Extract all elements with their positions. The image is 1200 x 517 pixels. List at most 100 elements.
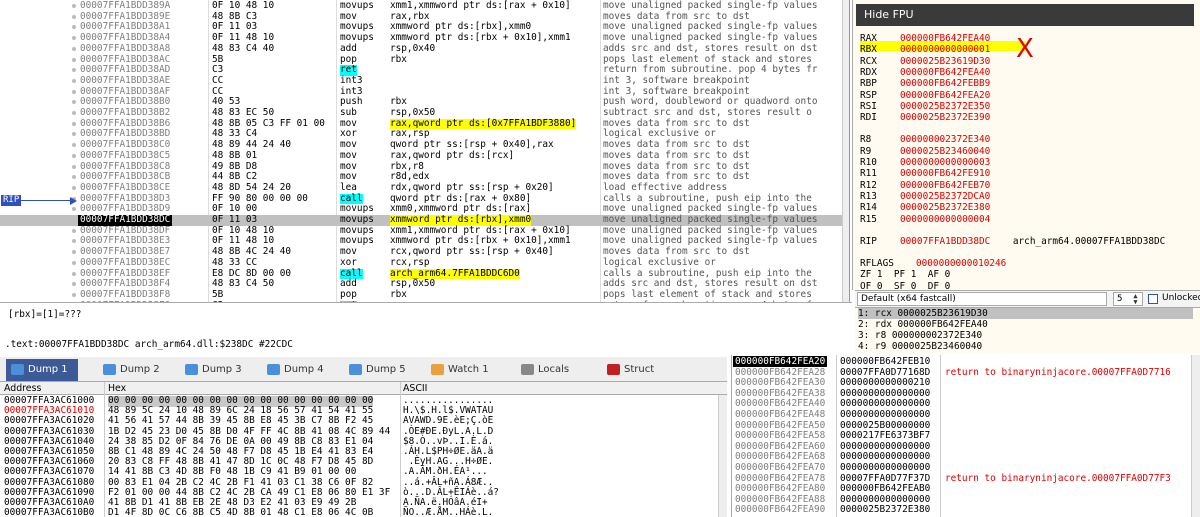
register-value[interactable]: 00007FFA1BDD38DC	[900, 236, 990, 247]
stack-value[interactable]: 0000025B00000000	[840, 420, 930, 431]
stack-row[interactable]: 000000FB642FEA70 0000000000000000	[732, 462, 1200, 473]
stack-value[interactable]: 00007FFA0D77F37D	[840, 473, 930, 484]
register-value[interactable]: 000000002372E340	[900, 134, 990, 145]
disassembly-view[interactable]: 00007FFA1BDD389A 0F 10 48 10 movups xmm1,xm…	[0, 0, 850, 302]
dump-ascii[interactable]: ÑO..Æ.ÅM..HÁè.L.	[403, 507, 493, 517]
tab-dump-2[interactable]: Dump 2	[98, 359, 160, 381]
disasm-row[interactable]: 00007FFA1BDD38C5 48 8B 01 mov rax,qword ptr…	[0, 150, 849, 162]
stack-value[interactable]: 0000000000000000	[840, 462, 930, 473]
disasm-row[interactable]: 00007FFA1BDD38F8 5B pop rbx pops last elemen…	[0, 288, 849, 301]
hide-fpu-button[interactable]: Hide FPU	[856, 4, 1194, 26]
stack-row[interactable]: 000000FB642FEA48 0000000000000000	[732, 409, 1200, 420]
disassembly-scrollbar[interactable]	[842, 0, 849, 302]
register-row[interactable]: RBP 000000FB642FEBB9	[860, 78, 990, 89]
stack-row[interactable]: 000000FB642FEA38 0000000000000000	[732, 388, 1200, 399]
stack-row[interactable]: 000000FB642FEA90 0000025B2372E380	[732, 504, 1200, 515]
register-row[interactable]: RDI 0000025B2372E390	[860, 112, 990, 123]
register-value[interactable]: 000000FB642FE910	[900, 168, 990, 179]
stack-address: 000000FB642FEA88	[735, 493, 826, 505]
register-row[interactable]: R12 000000FB642FEB70	[860, 180, 990, 191]
register-value[interactable]: 0000025B2372E390	[900, 112, 990, 123]
register-value[interactable]: 000000FB642FEBB9	[900, 78, 990, 89]
stack-value[interactable]: 0000000000000000	[840, 441, 930, 452]
tab-label: Dump 2	[120, 364, 160, 375]
calling-convention-select[interactable]: Default (x64 fastcall)	[857, 292, 1107, 306]
unlocked-checkbox[interactable]	[1148, 294, 1158, 304]
register-value[interactable]: 0000000000000004	[900, 214, 990, 225]
stack-scrollbar[interactable]	[1191, 355, 1200, 517]
register-value[interactable]: 0000000000000001	[900, 44, 990, 55]
stack-value[interactable]: 0000000000000210	[840, 377, 930, 388]
register-row[interactable]: RDX 000000FB642FEA40	[860, 67, 990, 78]
arg-row[interactable]: 4: r9 0000025B23460040	[858, 341, 982, 352]
disasm-row[interactable]: 00007FFA1BDD38A8 48 83 C4 40 add rsp,0x40 ad…	[0, 43, 849, 55]
disasm-row[interactable]: 00007FFA1BDD38AE CC int3 int 3, software br…	[0, 75, 849, 87]
stack-value[interactable]: 00007FFA0D77168D	[840, 367, 930, 378]
tab-dump-5[interactable]: Dump 5	[344, 359, 406, 381]
arg-row[interactable]: 2: rdx 000000FB642FEA40	[858, 319, 988, 330]
stack-row[interactable]: 000000FB642FEA58 0000217FE6373BF7	[732, 430, 1200, 441]
stack-value[interactable]: 0000000000000000	[840, 409, 930, 420]
register-name: R11	[860, 168, 877, 180]
register-row[interactable]: R8 000000002372E340	[860, 134, 990, 145]
stack-row[interactable]: 000000FB642FEA30 0000000000000210	[732, 377, 1200, 388]
stack-value[interactable]: 0000000000000000	[840, 388, 930, 399]
tab-dump-3[interactable]: Dump 3	[180, 359, 242, 381]
stack-row[interactable]: 000000FB642FEA20 000000FB642FEB10	[732, 356, 1200, 368]
tab-locals[interactable]: Locals	[516, 359, 582, 381]
disasm-row[interactable]: 00007FFA1BDD38CE 48 8D 54 24 20 lea rdx,qwo…	[0, 182, 849, 194]
stack-row[interactable]: 000000FB642FEA78 00007FFA0D77F37D return t…	[732, 473, 1200, 484]
register-row[interactable]: R15 0000000000000004	[860, 214, 990, 225]
stack-value[interactable]: 0000217FE6373BF7	[840, 430, 930, 441]
register-value[interactable]: 0000025B2372E350	[900, 101, 990, 112]
register-row[interactable]: RBX 0000000000000001	[860, 44, 990, 55]
register-value[interactable]: 000000FB642FEB70	[900, 180, 990, 191]
stack-row[interactable]: 000000FB642FEA68 0000000000000000	[732, 451, 1200, 462]
stack-value[interactable]: 000000FB642FEAB0	[840, 483, 930, 494]
register-row[interactable]: RSP 000000FB642FEA20	[860, 90, 990, 101]
register-row[interactable]: RSI 0000025B2372E350	[860, 101, 990, 112]
stack-value[interactable]: 0000000000000000	[840, 451, 930, 462]
register-row[interactable]: R11 000000FB642FE910	[860, 168, 990, 179]
register-row[interactable]: R13 0000025B2372DCA0	[860, 191, 990, 202]
instruction-comment: pops last element of stack and stores	[603, 288, 812, 300]
register-value[interactable]: 000000FB642FEA40	[900, 33, 990, 44]
register-row[interactable]: RIP 00007FFA1BDD38DC arch_arm64.00007FFA1…	[860, 236, 1165, 247]
register-row[interactable]: RFLAGS 0000000000010246	[860, 258, 1006, 269]
stack-value[interactable]: 0000000000000000	[840, 398, 930, 409]
arg-row[interactable]: 3: r8 000000002372E340	[858, 330, 982, 341]
tab-watch-1[interactable]: Watch 1	[426, 359, 496, 381]
register-value[interactable]: 000000FB642FEA40	[900, 67, 990, 78]
arg-row[interactable]: 1: rcx 0000025B23619D30	[858, 308, 1193, 319]
register-value[interactable]: 0000025B23619D30	[900, 56, 990, 67]
register-row[interactable]: R10 0000000000000003	[860, 157, 990, 168]
stack-row[interactable]: 000000FB642FEA88 0000000000000000	[732, 494, 1200, 505]
dump-row[interactable]: 00007FFA3AC610B0 D1 4F 8D 0C C6 8B C5 4D …	[0, 507, 727, 517]
stack-row[interactable]: 000000FB642FEA60 0000000000000000	[732, 441, 1200, 452]
stack-value[interactable]: 000000FB642FEB10	[840, 356, 930, 367]
tab-dump-1[interactable]: Dump 1	[6, 359, 78, 381]
tab-dump-4[interactable]: Dump 4	[262, 359, 324, 381]
register-row[interactable]: RCX 0000025B23619D30	[860, 56, 990, 67]
register-value[interactable]: 000000FB642FEA20	[900, 90, 990, 101]
register-value[interactable]: 0000025B2372DCA0	[900, 191, 990, 202]
spinner-icon[interactable]: ▲ ▼	[1130, 293, 1141, 306]
stack-address: 000000FB642FEA48	[735, 409, 826, 420]
stack-row[interactable]: 000000FB642FEA40 0000000000000000	[732, 398, 1200, 409]
register-value[interactable]: 0000025B2372E380	[900, 202, 990, 213]
dump-hex[interactable]: D1 4F 8D 0C C6 8B C5 4D 8B 01 48 C1 E8 0…	[108, 507, 373, 517]
disasm-row[interactable]: 00007FFA1BDD38EC 48 33 CC xor rcx,rsp logica…	[0, 257, 849, 269]
stack-row[interactable]: 000000FB642FEA80 000000FB642FEAB0	[732, 483, 1200, 494]
stack-value[interactable]: 0000000000000000	[840, 494, 930, 505]
stack-row[interactable]: 000000FB642FEA28 00007FFA0D77168D return t…	[732, 367, 1200, 378]
stack-row[interactable]: 000000FB642FEA50 0000025B00000000	[732, 420, 1200, 431]
register-value[interactable]: 0000000000010246	[916, 258, 1006, 269]
register-row[interactable]: RAX 000000FB642FEA40	[860, 33, 990, 44]
stack-value[interactable]: 0000025B2372E380	[840, 504, 930, 515]
register-value[interactable]: 0000000000000003	[900, 157, 990, 168]
tab-struct[interactable]: Struct	[602, 359, 668, 381]
register-row[interactable]: R9 0000025B23460040	[860, 146, 990, 157]
dump-scrollbar[interactable]	[718, 395, 727, 517]
register-value[interactable]: 0000025B23460040	[900, 146, 990, 157]
register-row[interactable]: R14 0000025B2372E380	[860, 202, 990, 213]
